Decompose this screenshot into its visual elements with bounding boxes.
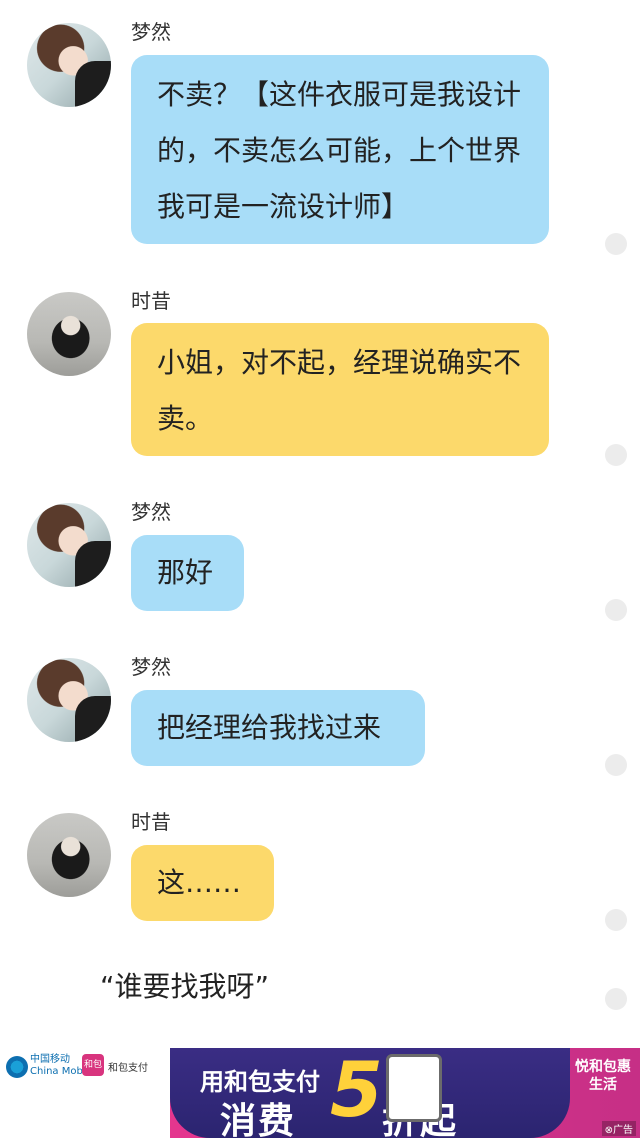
status-dot: [605, 754, 627, 776]
ad-sponsor-area: 中国移动 China Mobile 和包 和包支付: [0, 1048, 170, 1138]
status-dot: [605, 988, 627, 1010]
avatar[interactable]: [27, 292, 111, 376]
avatar[interactable]: [27, 658, 111, 742]
ad-big-number: 5: [330, 1048, 383, 1134]
sender-name: 梦然: [131, 20, 171, 44]
message-text: 把经理给我找过来: [157, 711, 382, 744]
china-mobile-logo-icon: [6, 1056, 28, 1078]
message-text: 不卖？【这件衣服可是我设计的，不卖怎么可能，上个世界我可是一流设计师】: [157, 78, 522, 223]
phone-icon: [386, 1054, 442, 1122]
sender-name: 梦然: [131, 500, 171, 524]
sender-name: 时昔: [131, 289, 171, 313]
ad-badge: 悦和包惠生活: [575, 1059, 631, 1093]
message-bubble[interactable]: 这……: [131, 845, 274, 921]
avatar[interactable]: [27, 813, 111, 897]
message-bubble[interactable]: 那好: [131, 535, 244, 611]
message-text: 这……: [157, 866, 242, 899]
ad-tag[interactable]: ⊗广告: [601, 1121, 636, 1136]
hebao-label: 和包支付: [108, 1063, 148, 1074]
message-bubble[interactable]: 小姐，对不起，经理说确实不卖。: [131, 323, 549, 456]
narration-text: “谁要找我呀”: [100, 970, 270, 1003]
status-dot: [605, 444, 627, 466]
status-dot: [605, 909, 627, 931]
message-text: 那好: [157, 556, 214, 589]
status-dot: [605, 599, 627, 621]
hebao-logo-icon: 和包: [82, 1054, 104, 1076]
avatar[interactable]: [27, 503, 111, 587]
sender-name: 时昔: [131, 810, 171, 834]
avatar[interactable]: [27, 23, 111, 107]
message-bubble[interactable]: 不卖？【这件衣服可是我设计的，不卖怎么可能，上个世界我可是一流设计师】: [131, 55, 549, 244]
ad-headline-area: 用和包支付 消费折起 5: [170, 1048, 570, 1138]
message-bubble[interactable]: 把经理给我找过来: [131, 690, 425, 766]
status-dot: [605, 233, 627, 255]
close-icon: ⊗: [604, 1125, 613, 1136]
sender-name: 梦然: [131, 655, 171, 679]
ad-banner[interactable]: 中国移动 China Mobile 和包 和包支付 用和包支付 消费折起 5 悦…: [0, 1048, 640, 1138]
message-text: 小姐，对不起，经理说确实不卖。: [157, 346, 522, 435]
